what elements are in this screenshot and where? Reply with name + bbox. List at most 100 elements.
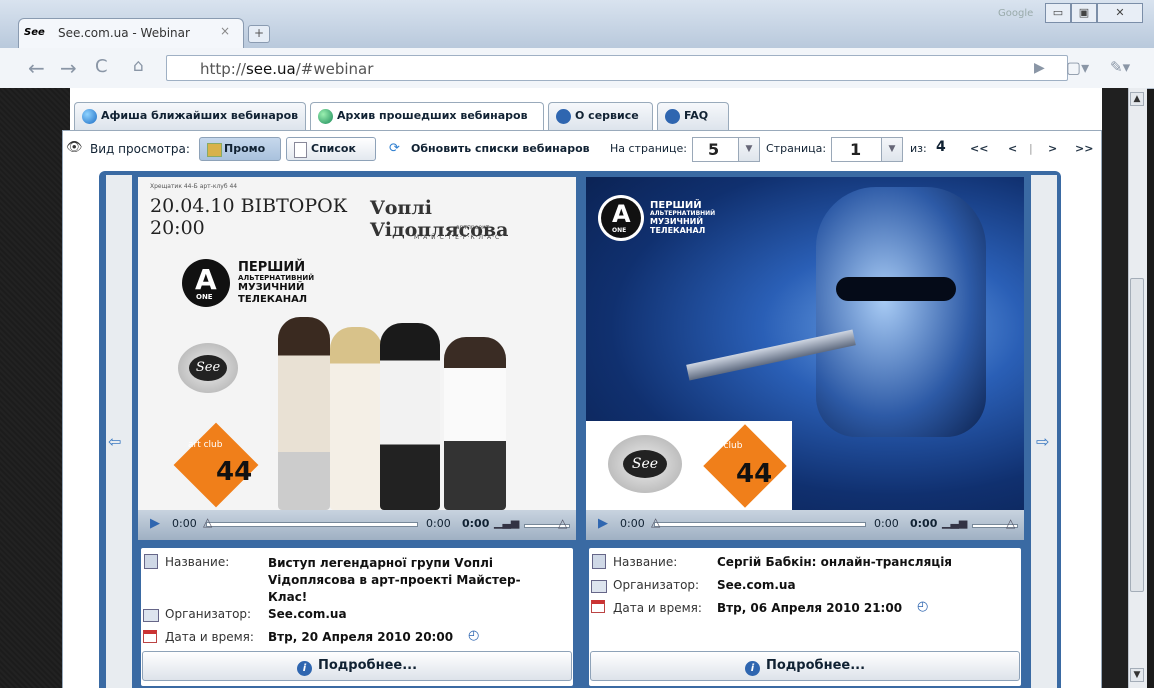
poster-time: 20:00: [150, 217, 205, 239]
artclub-text: art club: [708, 441, 743, 451]
eye-icon: 👁: [66, 140, 83, 155]
chevron-down-icon[interactable]: ▼: [881, 138, 902, 161]
reload-icon[interactable]: C: [95, 56, 108, 77]
carousel-next-arrow-icon[interactable]: ⇨: [1036, 432, 1049, 451]
poster-project: М·А·Й·С·Т·Е·Р·К·Л·А·С: [414, 234, 501, 241]
scroll-down-arrow[interactable]: ▼: [1130, 668, 1144, 682]
artclub-number: 44: [216, 457, 253, 487]
go-icon[interactable]: ▶: [1034, 60, 1045, 76]
home-icon[interactable]: ⌂: [133, 56, 144, 76]
carousel-prev-arrow-icon[interactable]: ⇦: [108, 432, 121, 451]
chevron-down-icon[interactable]: ▼: [738, 138, 759, 161]
play-icon[interactable]: ▶: [150, 516, 160, 531]
seek-bar[interactable]: [206, 522, 418, 527]
promo-view-button[interactable]: Промо: [199, 137, 281, 161]
see-emblem: See: [178, 343, 238, 393]
page-value: 1: [850, 140, 862, 159]
globe-icon: [318, 109, 333, 124]
singer: [816, 187, 986, 437]
volume-thumb[interactable]: △: [1006, 516, 1015, 530]
per-page-select[interactable]: 5 ▼: [692, 137, 760, 162]
per-page-label: На странице:: [610, 142, 687, 155]
scroll-up-arrow[interactable]: ▲: [1130, 92, 1144, 106]
seek-thumb[interactable]: △: [651, 515, 660, 529]
promo-icon: [207, 143, 222, 157]
current-time: 0:00: [172, 517, 197, 530]
tab-faq[interactable]: FAQ: [657, 102, 729, 130]
tab-label: Архив прошедших вебинаров: [337, 109, 528, 122]
tab-label: Афиша ближайших вебинаров: [101, 109, 299, 122]
of-label: из:: [910, 142, 927, 155]
title-icon: [592, 554, 606, 569]
prev-page-link[interactable]: <: [1008, 142, 1017, 155]
volume-icon[interactable]: ▁▃▅: [494, 516, 519, 529]
list-label: Список: [311, 142, 356, 155]
browser-tab-title[interactable]: See.com.ua - Webinar: [58, 26, 190, 40]
end-time: 0:00: [426, 517, 451, 530]
calendar-icon: [591, 600, 605, 613]
site-favicon: See: [24, 27, 45, 38]
date-label: Дата и время:: [165, 630, 254, 644]
page-menu-icon[interactable]: ▢▾: [1066, 58, 1089, 77]
page-label: Страница:: [766, 142, 827, 155]
next-page-link[interactable]: >: [1048, 142, 1057, 155]
last-page-link[interactable]: >>: [1075, 142, 1093, 155]
webinar-title: Сергій Бабкін: онлайн-трансляція: [717, 555, 953, 569]
new-tab-button[interactable]: +: [248, 25, 270, 43]
webinar-title: Виступ легендарної групи Vоплі Vідоплясо…: [268, 556, 521, 604]
more-label: Подробнее...: [765, 658, 866, 673]
channel-name: ПЕРШИЙ АЛЬТЕРНАТИВНИЙ МУЗИЧНИЙ ТЕЛЕКАНАЛ: [238, 260, 315, 305]
poster-project-small: артпроект: [456, 224, 490, 231]
scroll-thumb[interactable]: [1130, 278, 1144, 592]
close-window-button[interactable]: ✕: [1097, 3, 1143, 23]
band-member-1: [278, 317, 330, 510]
refresh-lists-link[interactable]: Обновить списки вебинаров: [411, 142, 590, 155]
pager-separator: |: [1029, 142, 1033, 155]
date-label: Дата и время:: [613, 601, 702, 615]
minimize-button[interactable]: ▭: [1045, 3, 1071, 23]
artclub-text: art club: [188, 440, 223, 450]
play-icon[interactable]: ▶: [598, 516, 608, 531]
promo-label: Промо: [224, 142, 266, 155]
refresh-icon[interactable]: ⟳: [389, 141, 400, 156]
globe-icon: [82, 109, 97, 124]
total-time: 0:00: [462, 517, 490, 530]
webinar-poster-2[interactable]: A ONE ПЕРШИЙ АЛЬТЕРНАТИВНИЙ МУЗИЧНИЙ ТЕЛЕКА…: [586, 177, 1024, 510]
first-page-link[interactable]: <<: [970, 142, 988, 155]
more-details-button[interactable]: i Подробнее...: [590, 651, 1020, 681]
url-text[interactable]: http://see.ua/#webinar: [200, 60, 373, 78]
info-icon: [556, 109, 571, 124]
back-icon[interactable]: ←: [28, 56, 45, 80]
band-member-4: [444, 337, 506, 510]
calendar-icon: [143, 630, 157, 643]
seek-thumb[interactable]: △: [203, 515, 212, 529]
channel-name: ПЕРШИЙ АЛЬТЕРНАТИВНИЙ МУЗИЧНИЙ ТЕЛЕКАНАЛ: [650, 200, 716, 236]
clock-icon: ◴: [468, 628, 480, 643]
more-details-button[interactable]: i Подробнее...: [142, 651, 572, 681]
title-icon: [144, 554, 158, 569]
organizer-label: Организатор:: [165, 607, 252, 621]
tab-archive-webinars[interactable]: Архив прошедших вебинаров: [310, 102, 544, 132]
page-select[interactable]: 1 ▼: [831, 137, 903, 162]
tab-about[interactable]: О сервисе: [548, 102, 653, 130]
maximize-button[interactable]: ▣: [1071, 3, 1097, 23]
wrench-icon[interactable]: ✎▾: [1110, 58, 1130, 76]
page-total: 4: [936, 139, 946, 155]
sunglasses: [836, 277, 956, 301]
seek-bar[interactable]: [654, 522, 866, 527]
webinar-poster-1[interactable]: Хрещатик 44-Б арт-клуб 44 20.04.10 ВІВТО…: [138, 177, 576, 510]
tab-label: FAQ: [684, 109, 709, 122]
organizer-value: See.com.ua: [717, 578, 796, 592]
volume-thumb[interactable]: △: [558, 516, 567, 530]
total-time: 0:00: [910, 517, 938, 530]
see-emblem: See: [608, 435, 682, 493]
poster-venue: Хрещатик 44-Б арт-клуб 44: [150, 183, 238, 190]
a-one-logo: A ONE: [182, 259, 230, 307]
forward-icon[interactable]: →: [60, 56, 77, 80]
list-view-button[interactable]: Список: [286, 137, 376, 161]
info-icon: i: [744, 661, 760, 676]
tab-upcoming-webinars[interactable]: Афиша ближайших вебинаров: [74, 102, 306, 130]
tab-close-icon[interactable]: ×: [220, 24, 230, 38]
tab-label: О сервисе: [575, 109, 639, 122]
volume-icon[interactable]: ▁▃▅: [942, 516, 967, 529]
